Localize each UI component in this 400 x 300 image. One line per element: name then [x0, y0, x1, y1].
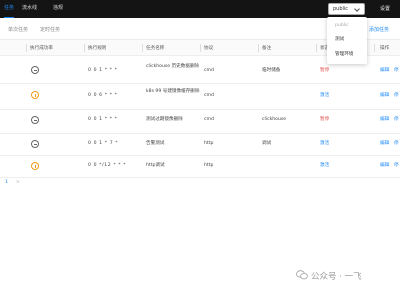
note-cell: 临时储备 — [262, 68, 281, 73]
page-number-current[interactable]: 1 — [5, 180, 8, 185]
protocol-cell: cmd — [204, 68, 214, 73]
top-navigation-bar: 任务 流水线 违规 public 设置 — [0, 0, 400, 18]
column-header-protocol: 协议 — [204, 46, 214, 51]
state-toggle[interactable]: 激活 — [320, 140, 329, 147]
warning-status-icon — [31, 91, 39, 99]
edit-link[interactable]: 编辑 — [380, 67, 389, 74]
stop-link[interactable]: 停 — [394, 67, 399, 74]
table-row: 0 0 1 * 7 * 告警测试 http 调试 激活 编辑 停 — [0, 134, 400, 156]
column-header-success-rate: 执行成功率 — [30, 46, 53, 51]
state-toggle[interactable]: 激活 — [320, 162, 329, 169]
column-divider — [84, 44, 85, 52]
state-toggle[interactable]: 暂停 — [320, 67, 329, 74]
namespace-select[interactable]: public — [328, 3, 365, 15]
rule-cell: 0 0 1 * * * — [88, 68, 118, 73]
stop-link[interactable]: 停 — [394, 92, 399, 99]
edit-link[interactable]: 编辑 — [380, 162, 389, 169]
column-divider — [258, 44, 259, 52]
dropdown-item-test[interactable]: 测试 — [335, 36, 344, 42]
add-task-button[interactable]: 添加任务 — [369, 26, 389, 33]
nav-item-tasks[interactable]: 任务 — [4, 0, 15, 18]
task-name-cell: 告警测试 — [146, 141, 165, 146]
rule-cell: 0 0 1 * 7 * — [88, 141, 119, 146]
dropdown-item-management-env[interactable]: 管理环境 — [335, 51, 353, 57]
note-cell: 调试 — [262, 141, 272, 146]
stop-link[interactable]: 停 — [394, 116, 399, 123]
chevron-down-icon — [354, 6, 360, 12]
protocol-cell: cmd — [204, 93, 214, 98]
tab-scheduled-task[interactable]: 定时任务 — [40, 26, 60, 33]
column-divider — [142, 44, 143, 52]
tab-single-task[interactable]: 单次任务 — [8, 26, 28, 33]
success-status-icon — [31, 116, 39, 124]
success-status-icon — [31, 66, 39, 74]
dropdown-item-public[interactable]: public — [335, 23, 349, 28]
table-row: 0 0 1 * * * 测试过期镜像删除 cmd clickhouse 暂停 编… — [0, 110, 400, 134]
wechat-icon — [296, 270, 308, 280]
column-header-rule: 执行规则 — [88, 46, 107, 51]
column-header-task-name: 任务名称 — [146, 46, 165, 51]
column-divider — [316, 44, 317, 52]
warning-status-icon — [31, 162, 39, 170]
success-status-icon — [31, 140, 39, 148]
protocol-cell: cmd — [204, 117, 214, 122]
nav-item-violations[interactable]: 违规 — [53, 0, 63, 18]
watermark-text: 公众号 · 一飞 — [311, 272, 362, 282]
namespace-dropdown-menu: public 测试 管理环境 — [327, 17, 367, 64]
pagination: 1 > — [0, 178, 400, 188]
table-row: 0 0 */12 * * * http调试 http 激活 编辑 停 — [0, 156, 400, 178]
column-divider — [374, 44, 375, 52]
edit-link[interactable]: 编辑 — [380, 92, 389, 99]
protocol-cell: http — [204, 163, 214, 168]
task-name-cell: http调试 — [146, 163, 165, 168]
state-toggle[interactable]: 激活 — [320, 92, 329, 99]
settings-menu[interactable]: 设置 — [380, 0, 390, 18]
column-divider — [200, 44, 201, 52]
task-name-cell: k8s 99 号建镜像缓存删除 — [146, 89, 200, 94]
rule-cell: 0 0 1 * * * — [88, 117, 118, 122]
next-page-button[interactable]: > — [16, 180, 20, 185]
task-name-cell: 测试过期镜像删除 — [146, 117, 183, 122]
task-name-cell: clickhouse 历史数据删除 — [146, 64, 200, 69]
note-cell: clickhouse — [262, 117, 287, 122]
rule-cell: 0 0 6 * * * — [88, 93, 118, 98]
state-toggle[interactable]: 暂停 — [320, 116, 329, 123]
edit-link[interactable]: 编辑 — [380, 140, 389, 147]
stop-link[interactable]: 停 — [394, 140, 399, 147]
edit-link[interactable]: 编辑 — [380, 116, 389, 123]
column-header-note: 备注 — [262, 46, 272, 51]
rule-cell: 0 0 */12 * * * — [88, 163, 127, 168]
column-header-actions: 操作 — [380, 46, 390, 51]
nav-item-pipeline[interactable]: 流水线 — [22, 0, 37, 18]
stop-link[interactable]: 停 — [394, 162, 399, 169]
column-divider — [26, 44, 27, 52]
namespace-select-value: public — [333, 6, 349, 12]
protocol-cell: http — [204, 141, 214, 146]
table-row: 0 0 6 * * * k8s 99 号建镜像缓存删除 cmd 激活 编辑 停 — [0, 84, 400, 110]
